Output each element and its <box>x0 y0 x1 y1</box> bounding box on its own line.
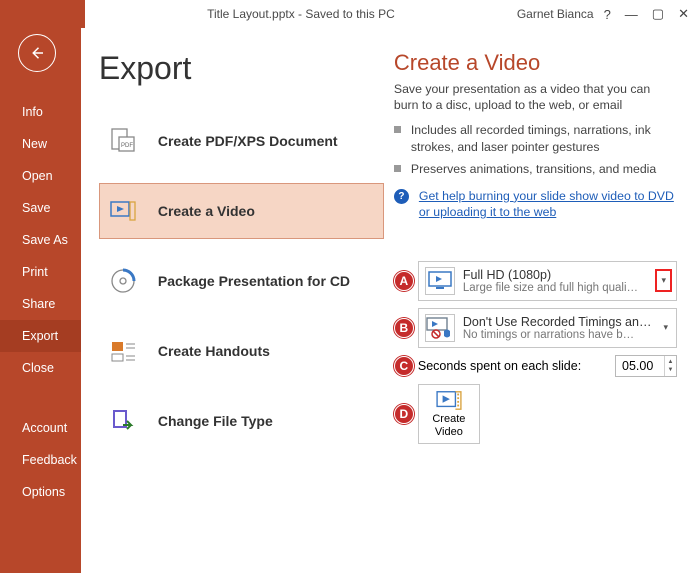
annotation-badge-b: B <box>394 318 414 338</box>
pdf-icon: PDF <box>108 126 138 156</box>
sidebar-item-export[interactable]: Export <box>0 320 81 352</box>
chevron-down-icon[interactable]: ▾ <box>659 322 672 333</box>
spinner-down-icon[interactable]: ▼ <box>665 366 676 374</box>
filetype-icon <box>108 406 138 436</box>
annotation-badge-d: D <box>394 404 414 424</box>
create-video-label: Create Video <box>419 413 479 438</box>
document-title: Title Layout.pptx - Saved to this PC <box>85 7 517 21</box>
video-icon <box>108 196 138 226</box>
resolution-title: Full HD (1080p) <box>463 268 648 282</box>
resolution-sub: Large file size and full high quali… <box>463 282 648 294</box>
chevron-down-icon[interactable]: ▾ <box>655 269 672 292</box>
resolution-dropdown[interactable]: Full HD (1080p) Large file size and full… <box>418 261 677 301</box>
export-item-label: Create PDF/XPS Document <box>158 133 338 149</box>
seconds-label: Seconds spent on each slide: <box>418 359 611 373</box>
export-item-label: Change File Type <box>158 413 273 429</box>
backstage-sidebar: InfoNewOpenSaveSave AsPrintShareExportCl… <box>0 28 81 573</box>
cd-icon <box>108 266 138 296</box>
sidebar-item-share[interactable]: Share <box>0 288 81 320</box>
back-button[interactable] <box>18 34 56 72</box>
page-title: Export <box>99 50 384 87</box>
bullet-icon <box>394 165 401 172</box>
export-item-cd[interactable]: Package Presentation for CD <box>99 253 384 309</box>
sidebar-item-close[interactable]: Close <box>0 352 81 384</box>
seconds-spinner[interactable]: ▲▼ <box>615 355 677 377</box>
restore-button[interactable]: ▢ <box>652 6 664 22</box>
sidebar-item-print[interactable]: Print <box>0 256 81 288</box>
help-icon: ? <box>394 189 409 204</box>
export-item-video[interactable]: Create a Video <box>99 183 384 239</box>
export-item-handouts[interactable]: Create Handouts <box>99 323 384 379</box>
video-pane-title: Create a Video <box>394 50 677 76</box>
video-pane-desc: Save your presentation as a video that y… <box>394 82 677 114</box>
bullet-text: Includes all recorded timings, narration… <box>411 122 677 155</box>
sidebar-item-save[interactable]: Save <box>0 192 81 224</box>
spinner-up-icon[interactable]: ▲ <box>665 358 676 366</box>
svg-text:PDF: PDF <box>121 143 133 149</box>
export-item-label: Package Presentation for CD <box>158 273 350 289</box>
sidebar-item-new[interactable]: New <box>0 128 81 160</box>
sidebar-item-save-as[interactable]: Save As <box>0 224 81 256</box>
export-type-list: PDF Create PDF/XPS Document Create a Video… <box>99 113 384 449</box>
handouts-icon <box>108 336 138 366</box>
sidebar-item-info[interactable]: Info <box>0 96 81 128</box>
sidebar-item-options[interactable]: Options <box>0 476 81 508</box>
annotation-badge-c: C <box>394 356 414 376</box>
create-video-button[interactable]: Create Video <box>418 384 480 444</box>
sidebar-item-open[interactable]: Open <box>0 160 81 192</box>
help-icon[interactable]: ? <box>604 7 611 22</box>
annotation-badge-a: A <box>394 271 414 291</box>
export-item-pdf[interactable]: PDF Create PDF/XPS Document <box>99 113 384 169</box>
export-item-label: Create Handouts <box>158 343 270 359</box>
video-icon <box>435 389 463 411</box>
minimize-button[interactable]: — <box>625 7 638 22</box>
export-item-filetype[interactable]: Change File Type <box>99 393 384 449</box>
timings-icon <box>425 314 455 342</box>
close-button[interactable]: ✕ <box>678 6 689 22</box>
bullet-icon <box>394 126 401 133</box>
user-name: Garnet Bianca <box>517 7 594 21</box>
sidebar-item-account[interactable]: Account <box>0 412 81 444</box>
export-item-label: Create a Video <box>158 203 255 219</box>
bullet-text: Preserves animations, transitions, and m… <box>411 161 656 178</box>
timings-sub: No timings or narrations have b… <box>463 329 652 341</box>
sidebar-item-feedback[interactable]: Feedback <box>0 444 81 476</box>
seconds-input[interactable] <box>616 356 664 376</box>
help-link[interactable]: Get help burning your slide show video t… <box>419 188 677 221</box>
timings-title: Don't Use Recorded Timings an… <box>463 315 652 329</box>
timings-dropdown[interactable]: Don't Use Recorded Timings an… No timing… <box>418 308 677 348</box>
monitor-icon <box>425 267 455 295</box>
